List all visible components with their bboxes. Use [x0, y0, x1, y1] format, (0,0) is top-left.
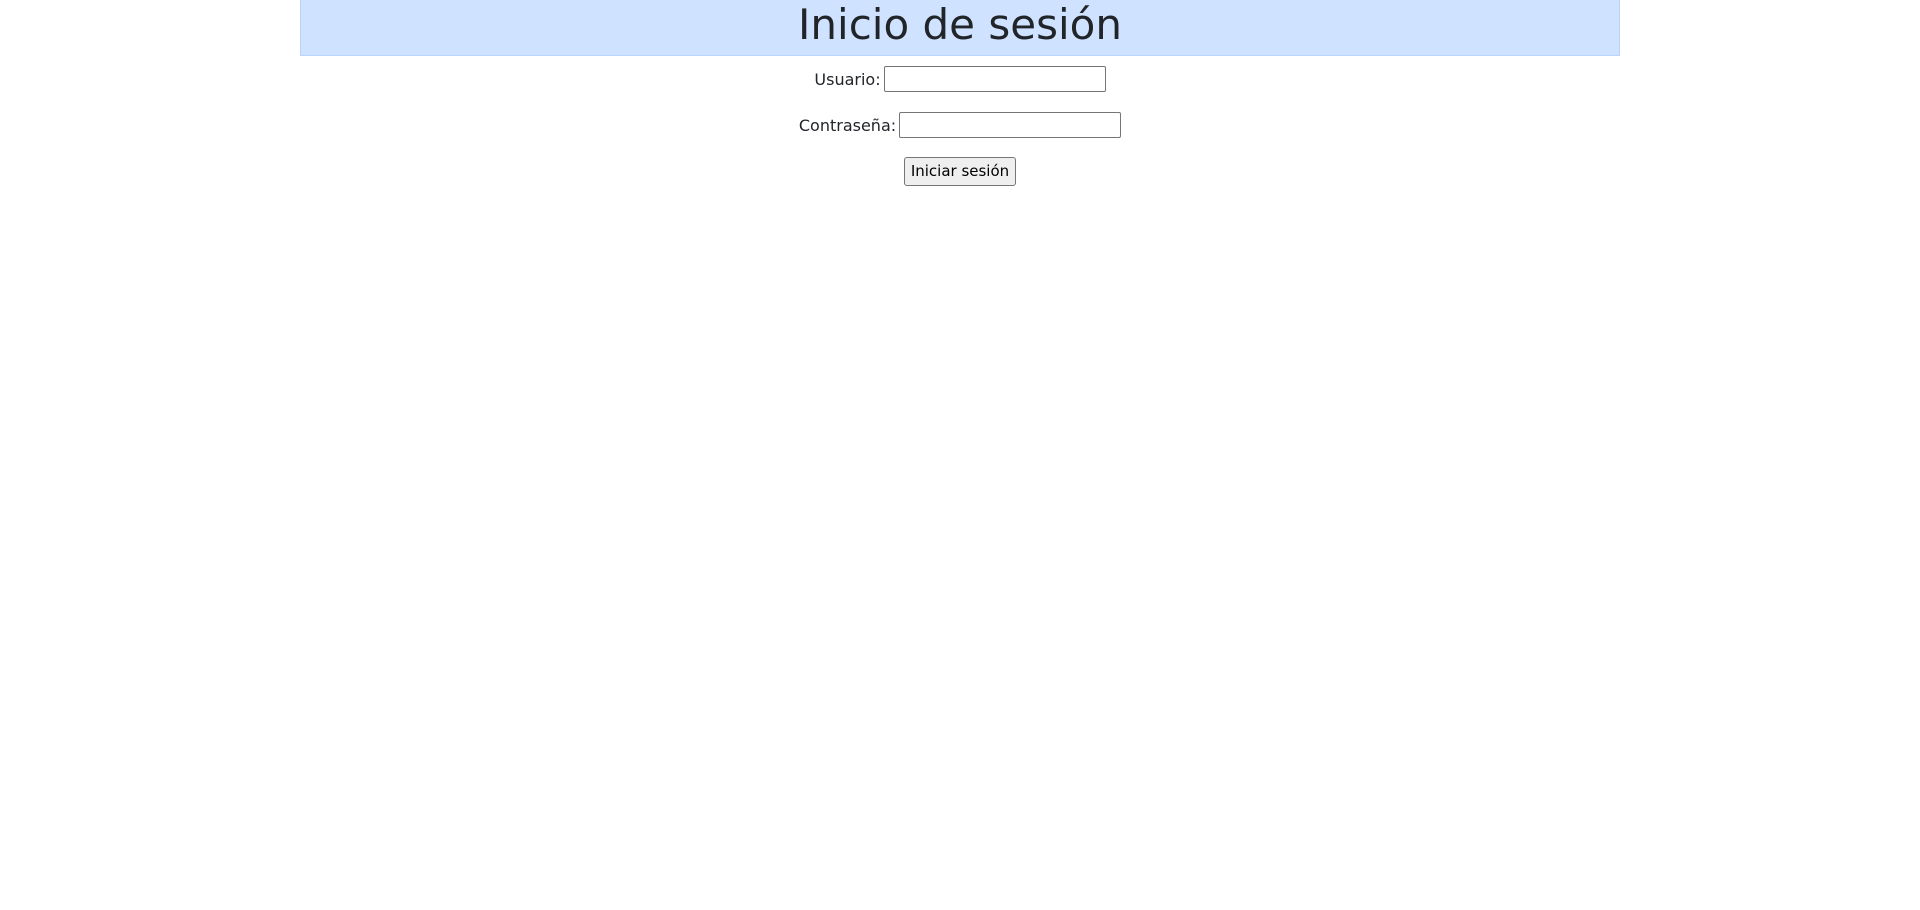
password-label: Contraseña: [798, 115, 897, 135]
username-input[interactable] [883, 66, 1106, 92]
submit-row: Iniciar sesión [300, 148, 1620, 194]
page-header: Inicio de sesión [300, 0, 1620, 56]
page-title: Inicio de sesión [798, 0, 1122, 49]
login-form: Usuario: Contraseña: Iniciar sesión [300, 56, 1620, 194]
login-button[interactable]: Iniciar sesión [903, 156, 1017, 186]
login-page: Inicio de sesión Usuario: Contraseña: In… [300, 0, 1620, 194]
username-row: Usuario: [300, 56, 1620, 102]
username-label: Usuario: [814, 69, 881, 89]
password-input[interactable] [899, 112, 1122, 138]
password-row: Contraseña: [300, 102, 1620, 148]
